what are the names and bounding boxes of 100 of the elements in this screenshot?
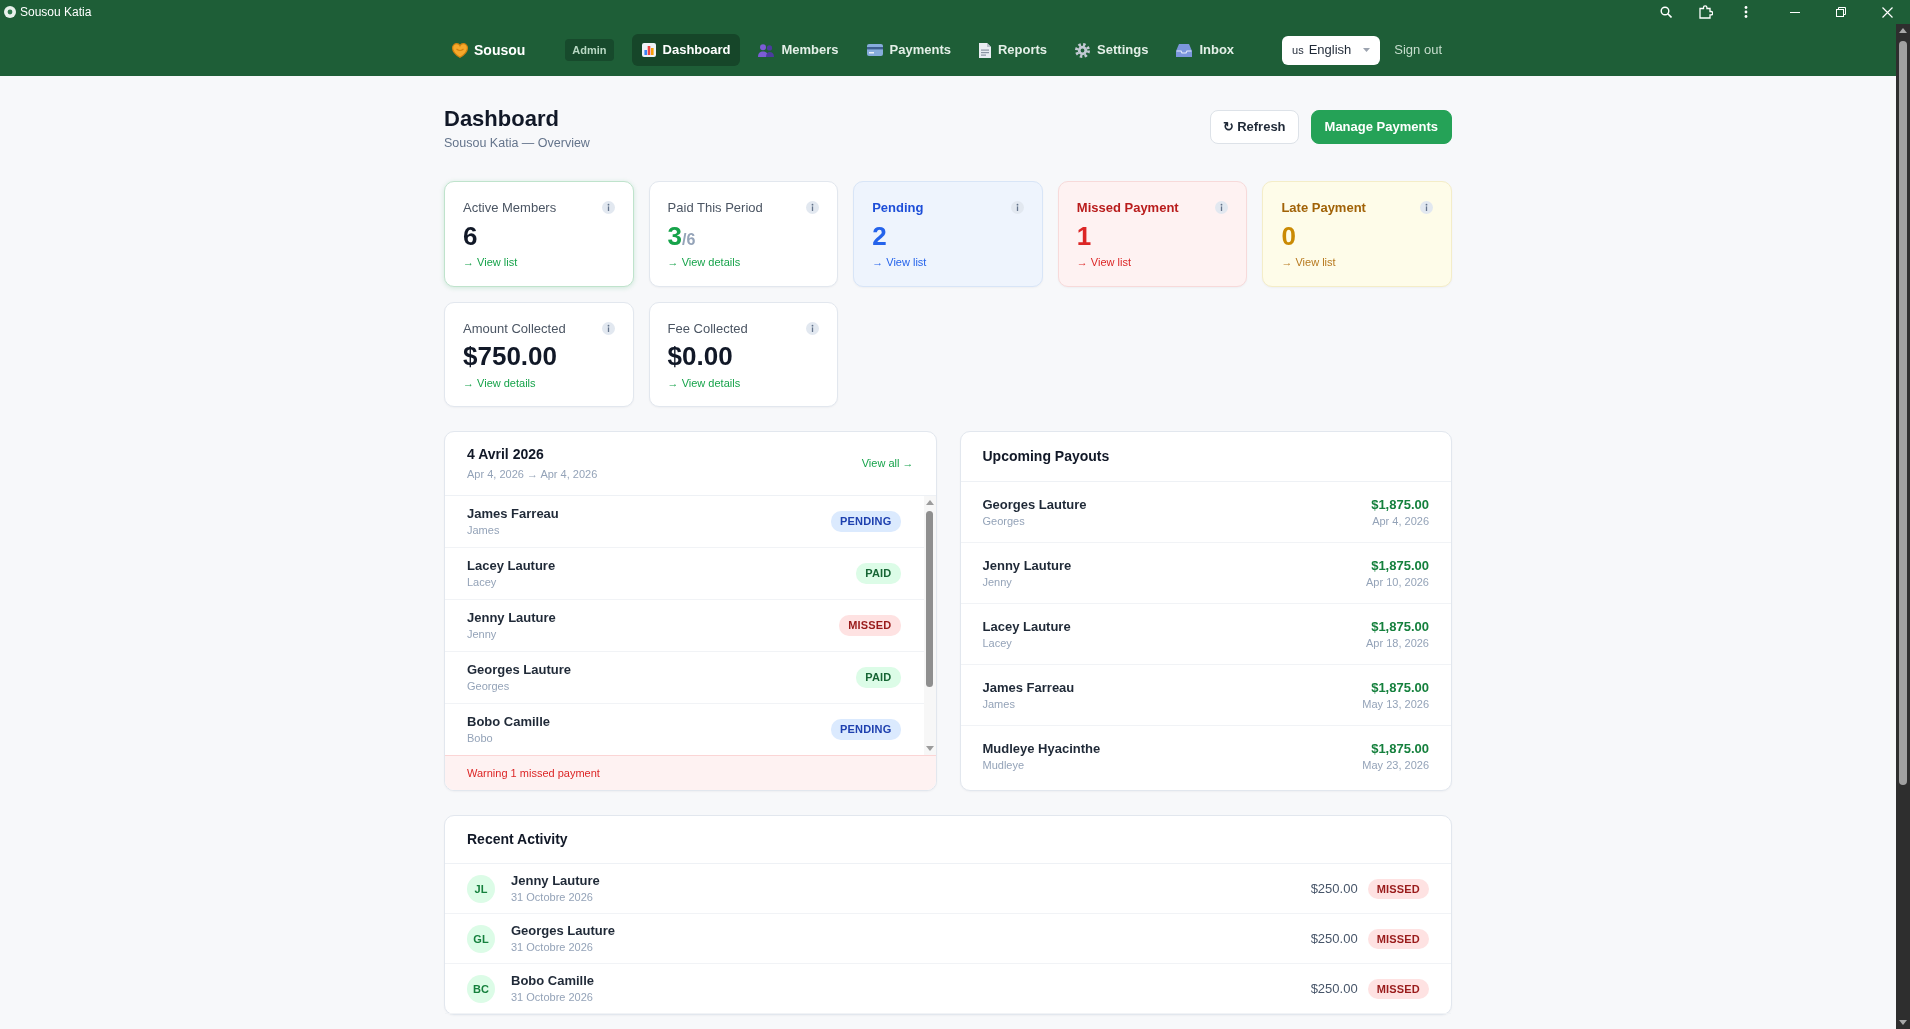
member-name: James Farreau: [982, 679, 1075, 697]
view-link[interactable]: → View list: [1076, 254, 1131, 271]
member-name: James Farreau: [467, 505, 559, 523]
nav-link[interactable]: Settings: [1065, 34, 1159, 66]
view-link[interactable]: → View list: [1281, 254, 1336, 271]
restore-icon[interactable]: [1836, 7, 1846, 17]
stat-value: 3: [667, 220, 683, 251]
member-nickname: Lacey: [467, 574, 498, 589]
credit-card-icon: [866, 44, 883, 56]
member-nickname: Mudleye: [982, 758, 1026, 773]
stat-value: $0.00: [667, 341, 733, 372]
manage-payments-button[interactable]: Manage Payments: [1310, 110, 1452, 144]
payout-amount: $1,875.00: [1370, 618, 1429, 636]
member-name: Mudleye Hyacinthe: [982, 741, 1101, 759]
page-title: Dashboard: [444, 106, 560, 133]
gear-icon: [1075, 42, 1091, 58]
info-icon[interactable]: [1010, 201, 1024, 215]
status-badge: MISSED: [1367, 878, 1429, 900]
view-link[interactable]: → View list: [872, 254, 927, 271]
stat-label: Fee Collected: [667, 319, 748, 338]
stat-label: Late Payment: [1281, 199, 1366, 218]
stat-value: $750.00: [463, 341, 557, 372]
stat-card[interactable]: Pending 2 → View list: [853, 181, 1043, 287]
stat-value: 1: [1076, 220, 1092, 251]
heart-icon: [452, 42, 468, 58]
info-icon[interactable]: [601, 322, 615, 335]
member-nickname: Jenny: [467, 626, 498, 641]
stat-value: 6: [463, 220, 478, 251]
stat-label: Pending: [872, 199, 924, 218]
minimize-icon[interactable]: [1790, 11, 1800, 13]
stat-card[interactable]: Fee Collected $0.00 → View details: [648, 301, 839, 408]
view-link[interactable]: → View details: [667, 254, 741, 271]
payout-amount: $1,875.00: [1370, 679, 1429, 697]
people-icon: [758, 43, 775, 57]
stat-card[interactable]: Late Payment 0 → View list: [1262, 181, 1452, 287]
member-name: Lacey Lauture: [982, 618, 1071, 636]
status-badge: MISSED: [1367, 978, 1429, 1000]
initials-avatar: JL: [467, 874, 495, 903]
nav-link[interactable]: Payments: [856, 34, 961, 66]
app-icon: [4, 6, 16, 18]
view-link[interactable]: → View details: [667, 374, 741, 392]
brand-name: Sousou: [474, 40, 526, 60]
stat-card[interactable]: Missed Payment 1 → View list: [1057, 181, 1248, 287]
stat-label: Missed Payment: [1076, 199, 1179, 218]
member-name: Georges Lauture: [467, 661, 572, 679]
member-nickname: Lacey: [982, 635, 1013, 650]
payout-date: May 13, 2026: [1362, 696, 1429, 711]
nav-link[interactable]: Dashboard: [631, 34, 741, 66]
member-name: Georges Lauture: [982, 496, 1087, 514]
nav-link[interactable]: Inbox: [1166, 34, 1245, 66]
stat-card[interactable]: Amount Collected $750.00 → View details: [444, 301, 634, 408]
status-badge: PAID: [856, 667, 901, 688]
payout-amount: $1,875.00: [1370, 741, 1429, 759]
puzzle-icon[interactable]: [1699, 5, 1713, 19]
payout-amount: $1,875.00: [1371, 496, 1429, 514]
view-link[interactable]: → View list: [463, 254, 518, 271]
activity-amount: $250.00: [1310, 980, 1358, 999]
info-icon[interactable]: [601, 201, 615, 215]
language-select[interactable]: us English: [1282, 35, 1381, 65]
page-subtitle: Sousou Katia — Overview: [444, 135, 590, 153]
warning-message: Warning 1 missed payment: [445, 754, 936, 791]
member-nickname: James: [467, 522, 501, 537]
info-icon[interactable]: [1420, 201, 1433, 215]
kebab-menu-icon[interactable]: [1744, 6, 1748, 18]
stat-value: 2: [872, 220, 887, 251]
payout-date: Apr 18, 2026: [1366, 635, 1429, 650]
view-link[interactable]: → View details: [463, 374, 536, 392]
member-nickname: Bobo: [467, 730, 494, 745]
payout-date: Apr 10, 2026: [1366, 574, 1429, 589]
member-name: Jenny Lauture: [982, 557, 1072, 575]
activity-amount: $250.00: [1310, 930, 1358, 949]
info-icon[interactable]: [806, 322, 820, 335]
member-name: Georges Lauture: [511, 923, 616, 941]
member-name: Lacey Lauture: [467, 557, 556, 575]
refresh-button[interactable]: ↻ Refresh: [1209, 110, 1299, 144]
nav-link[interactable]: Members: [748, 34, 849, 66]
stat-card[interactable]: Active Members 6 → View list: [444, 181, 634, 287]
payout-date: May 23, 2026: [1362, 758, 1429, 773]
status-badge: PAID: [856, 563, 901, 584]
nav-link[interactable]: Reports: [969, 34, 1058, 66]
status-badge: MISSED: [1367, 928, 1429, 950]
activity-amount: $250.00: [1310, 880, 1358, 899]
view-all-link[interactable]: View all →: [861, 455, 914, 472]
inbox-icon: [1176, 43, 1193, 57]
sign-out-link[interactable]: Sign out: [1392, 36, 1444, 64]
info-icon[interactable]: [806, 201, 820, 215]
stat-total: /6: [682, 230, 696, 248]
scrollbar[interactable]: [923, 495, 936, 755]
stat-card[interactable]: Paid This Period 3/6 → View details: [648, 181, 839, 287]
scrollbar[interactable]: [1896, 24, 1910, 1029]
info-icon[interactable]: [1215, 201, 1229, 215]
status-badge: PENDING: [830, 719, 901, 740]
stat-label: Active Members: [463, 199, 557, 218]
status-badge: PENDING: [830, 511, 901, 532]
search-icon[interactable]: [1660, 6, 1672, 18]
status-badge: MISSED: [839, 615, 901, 636]
close-icon[interactable]: [1881, 6, 1893, 18]
panel-title: Recent Activity: [467, 830, 569, 850]
activity-date: 31 Octobre 2026: [511, 990, 594, 1005]
period-range: Apr 4, 2026 → Apr 4, 2026: [467, 467, 598, 483]
